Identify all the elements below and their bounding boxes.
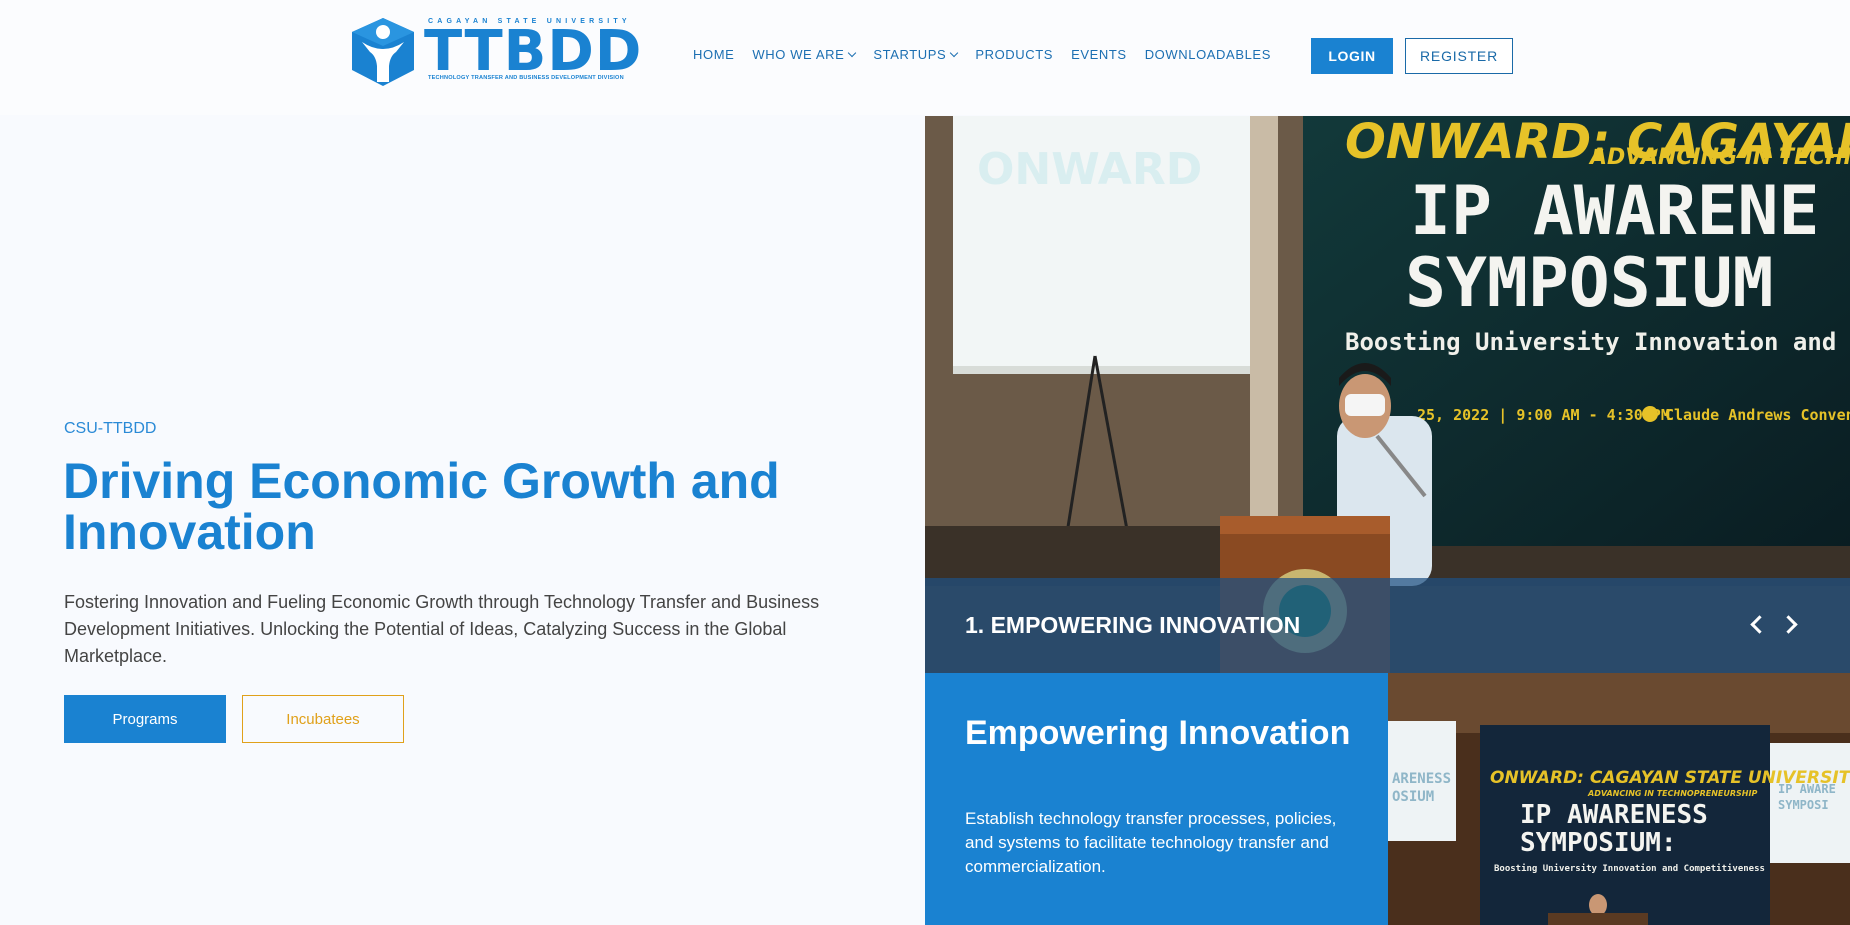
banner-headline-2: ADVANCING IN TECHN [1588,145,1850,170]
photo2-banner-line2: ADVANCING IN TECHNOPRENEURSHIP [1587,789,1757,798]
main-nav: HOME WHO WE ARE STARTUPS PRODUCTS EVENTS… [693,47,1289,62]
card-description: Establish technology transfer processes,… [965,809,1337,876]
chevron-down-icon [848,48,857,57]
photo2-title1: IP AWARENESS [1520,800,1708,830]
logo-cube-icon [352,18,414,86]
chevron-left-icon[interactable] [1743,608,1773,642]
site-header: CAGAYAN STATE UNIVERSITY TTBDD TECHNOLOG… [0,0,1850,115]
hero-eyebrow: CSU-TTBDD [64,420,157,437]
banner-title-1: IP AWARENE [1410,172,1819,251]
nav-products-label: PRODUCTS [975,47,1054,62]
login-button[interactable]: LOGIN [1311,38,1393,74]
photo2-banner-line1: ONWARD: CAGAYAN STATE UNIVERSITY [1490,768,1850,788]
nav-startups[interactable]: STARTUPS [873,47,959,62]
nav-downloadables-label: DOWNLOADABLES [1144,47,1271,62]
incubatees-button[interactable]: Incubatees [242,695,404,743]
hero-description: Fostering Innovation and Fueling Economi… [64,592,820,666]
event-photo-image: ARENESS OSIUM IP AWARE SYMPOSI ONWARD: C… [1388,673,1850,925]
nav-events-label: EVENTS [1071,47,1127,62]
hero-title: Driving Economic Growth and Innovation [63,453,780,560]
nav-home-label: HOME [693,47,735,62]
brand-logo[interactable]: CAGAYAN STATE UNIVERSITY TTBDD TECHNOLOG… [348,16,641,86]
banner-title-2: SYMPOSIUM [1405,244,1773,323]
logo-subtitle: TECHNOLOGY TRANSFER AND BUSINESS DEVELOP… [428,75,624,81]
svg-text:OSIUM: OSIUM [1392,789,1434,805]
slide-caption: 1. EMPOWERING INNOVATION [965,612,1301,638]
hero-slider[interactable]: ONWARD ONWARD: CAGAYAN STATE ADVANCING I… [925,116,1850,673]
nav-products[interactable]: PRODUCTS [975,47,1053,62]
slide-caption-bar: 1. EMPOWERING INNOVATION [925,578,1850,673]
nav-home[interactable]: HOME [693,47,734,62]
nav-events[interactable]: EVENTS [1071,47,1127,62]
nav-who-we-are[interactable]: WHO WE ARE [752,47,857,62]
banner-date: 25, 2022 | 9:00 AM - 4:30 PM [1417,406,1670,425]
banner-venue: Claude Andrews Conventi [1665,406,1850,424]
nav-startups-label: STARTUPS [873,47,947,62]
logo-wordmark: TTBDD [424,19,643,84]
nav-who-we-are-label: WHO WE ARE [752,47,845,62]
svg-text:SYMPOSI: SYMPOSI [1778,798,1829,812]
banner-subtitle: Boosting University Innovation and Comp [1345,328,1850,356]
screen-text: ONWARD [977,144,1202,195]
chevron-right-icon[interactable] [1778,608,1808,642]
nav-downloadables[interactable]: DOWNLOADABLES [1145,47,1271,62]
photo2-sub: Boosting University Innovation and Compe… [1494,863,1765,874]
svg-text:ARENESS: ARENESS [1392,771,1451,787]
photo2-title2: SYMPOSIUM: [1520,828,1677,858]
event-photo: ARENESS OSIUM IP AWARE SYMPOSI ONWARD: C… [1388,673,1850,925]
feature-card: Empowering Innovation Establish technolo… [925,673,1388,925]
programs-button[interactable]: Programs [64,695,226,743]
register-button[interactable]: REGISTER [1405,38,1513,74]
chevron-down-icon [950,48,959,57]
card-title: Empowering Innovation [965,714,1351,752]
